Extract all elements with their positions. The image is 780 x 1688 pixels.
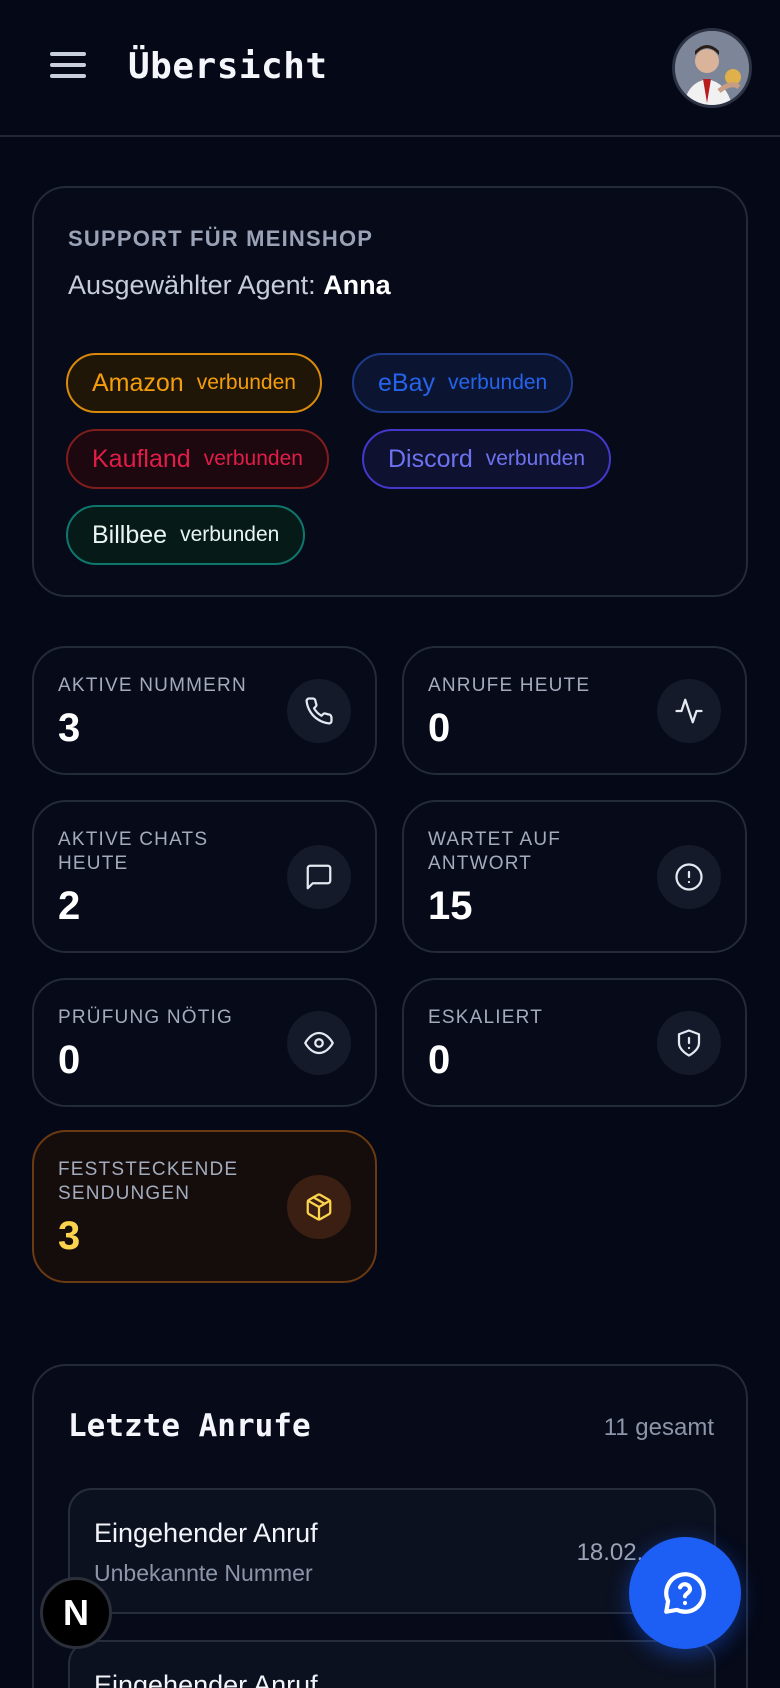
stat-label: FESTSTECKENDE SENDUNGEN — [58, 1159, 239, 1204]
stat-stuck-shipments[interactable]: FESTSTECKENDE SENDUNGEN 3 — [32, 1130, 377, 1283]
help-button[interactable] — [629, 1537, 741, 1649]
integration-chip-ebay[interactable]: eBay verbunden — [352, 353, 574, 413]
recent-calls-card: Letzte Anrufe 11 gesamt Eingehender Anru… — [32, 1364, 748, 1688]
stat-label: AKTIVE CHATS HEUTE — [58, 829, 209, 874]
stat-label: WARTET AUF ANTWORT — [428, 829, 562, 874]
phone-icon — [287, 679, 351, 743]
alert-circle-icon — [657, 845, 721, 909]
selected-agent: Ausgewählter Agent: Anna — [68, 270, 391, 300]
stat-value: 0 — [428, 706, 451, 750]
stat-review-needed[interactable]: PRÜFUNG NÖTIG 0 — [32, 978, 377, 1107]
call-subtitle: Unbekannte Nummer — [94, 1560, 313, 1586]
call-list-item[interactable]: Eingehender Anruf Unbekannte Nummer 18.0… — [68, 1488, 716, 1614]
stat-value: 0 — [58, 1038, 81, 1082]
recent-calls-title: Letzte Anrufe — [68, 1408, 311, 1444]
recent-calls-count: 11 gesamt — [603, 1414, 714, 1441]
support-heading: SUPPORT FÜR MEINSHOP — [68, 226, 374, 251]
stat-label: ANRUFE HEUTE — [428, 675, 591, 696]
call-title: Eingehender Anruf — [94, 1518, 318, 1548]
stat-value: 15 — [428, 884, 473, 928]
shield-alert-icon — [657, 1011, 721, 1075]
page-title: Übersicht — [128, 46, 328, 87]
stat-label: ESKALIERT — [428, 1007, 543, 1028]
stat-escalated[interactable]: ESKALIERT 0 — [402, 978, 747, 1107]
eye-icon — [287, 1011, 351, 1075]
stat-value: 2 — [58, 884, 81, 928]
agent-name: Anna — [323, 270, 391, 300]
stat-active-chats[interactable]: AKTIVE CHATS HEUTE 2 — [32, 800, 377, 953]
nextjs-dev-badge[interactable]: N — [40, 1577, 112, 1649]
stat-value: 0 — [428, 1038, 451, 1082]
avatar[interactable] — [672, 28, 752, 108]
stat-label: AKTIVE NUMMERN — [58, 675, 247, 696]
integration-chip-amazon[interactable]: Amazon verbunden — [66, 353, 322, 413]
menu-button[interactable] — [50, 52, 86, 82]
integration-chip-kaufland[interactable]: Kaufland verbunden — [66, 429, 329, 489]
activity-icon — [657, 679, 721, 743]
app-header: Übersicht — [0, 0, 780, 137]
help-circle-icon — [664, 1572, 706, 1614]
stat-value: 3 — [58, 1214, 81, 1258]
stat-calls-today[interactable]: ANRUFE HEUTE 0 — [402, 646, 747, 775]
stat-value: 3 — [58, 706, 81, 750]
chat-icon — [287, 845, 351, 909]
hamburger-icon — [50, 52, 86, 56]
integration-chip-billbee[interactable]: Billbee verbunden — [66, 505, 306, 565]
support-card: SUPPORT FÜR MEINSHOP Ausgewählter Agent:… — [32, 186, 748, 597]
avatar-image — [675, 31, 749, 105]
stat-label: PRÜFUNG NÖTIG — [58, 1007, 233, 1028]
package-icon — [287, 1175, 351, 1239]
stat-active-numbers[interactable]: AKTIVE NUMMERN 3 — [32, 646, 377, 775]
call-title: Eingehender Anruf — [94, 1670, 318, 1688]
integration-chip-discord[interactable]: Discord verbunden — [362, 429, 611, 489]
call-list-item[interactable]: Eingehender Anruf — [68, 1640, 716, 1688]
stat-awaiting-reply[interactable]: WARTET AUF ANTWORT 15 — [402, 800, 747, 953]
